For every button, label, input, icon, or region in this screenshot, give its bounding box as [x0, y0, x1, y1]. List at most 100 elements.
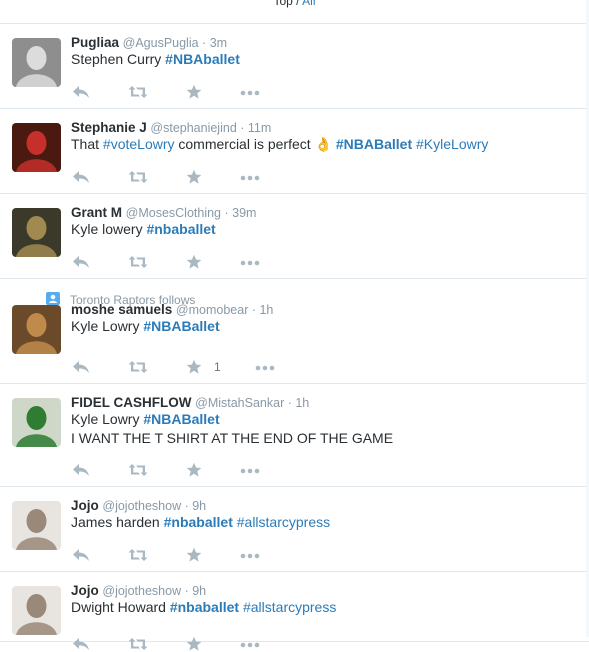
- more-button[interactable]: [255, 365, 275, 371]
- star-icon: [186, 462, 202, 478]
- retweet-button[interactable]: [128, 255, 148, 269]
- username[interactable]: @MistahSankar: [195, 396, 284, 410]
- tweet-text: Kyle Lowry #NBABallet: [71, 410, 589, 429]
- hashtag-link[interactable]: #nbaballet: [146, 221, 215, 237]
- retweet-button[interactable]: [128, 463, 148, 477]
- tweet[interactable]: Grant M @MosesClothing · 39m Kyle lowery …: [0, 194, 589, 279]
- filter-all-link[interactable]: All: [302, 0, 315, 8]
- tweet-text: James harden #nbaballet #allstarcypress: [71, 513, 589, 532]
- retweet-button[interactable]: [128, 170, 148, 184]
- star-icon: [186, 254, 202, 270]
- hashtag-link[interactable]: #NBAballet: [165, 51, 240, 67]
- favorite-button[interactable]: [186, 254, 202, 270]
- username[interactable]: @jojotheshow: [102, 499, 181, 513]
- fullname[interactable]: Jojo: [71, 498, 99, 513]
- tweet-header: Grant M @MosesClothing · 39m: [71, 205, 589, 220]
- follows-context: Toronto Raptors follows: [46, 292, 195, 308]
- reply-button[interactable]: [72, 548, 90, 562]
- more-button[interactable]: [240, 642, 260, 648]
- fullname[interactable]: Jojo: [71, 583, 99, 598]
- fullname[interactable]: Grant M: [71, 205, 122, 220]
- username[interactable]: @MosesClothing: [126, 206, 221, 220]
- hashtag-link[interactable]: #allstarcypress: [237, 514, 330, 530]
- hashtag-link[interactable]: #NBABallet: [143, 318, 219, 334]
- tweet[interactable]: Jojo @jojotheshow · 9h James harden #nbab…: [0, 487, 589, 572]
- avatar[interactable]: [12, 586, 61, 635]
- reply-button[interactable]: [72, 637, 90, 651]
- favorite-button[interactable]: [186, 169, 202, 185]
- avatar[interactable]: [12, 208, 61, 257]
- tweet-header: FIDEL CASHFLOW @MistahSankar · 1h: [71, 395, 589, 410]
- username[interactable]: @jojotheshow: [102, 584, 181, 598]
- separator-dot: ·: [181, 499, 193, 513]
- favorite-button[interactable]: [186, 84, 202, 100]
- tweet[interactable]: Toronto Raptors follows moshe samuels @mo…: [0, 279, 589, 384]
- avatar[interactable]: [12, 305, 61, 354]
- avatar[interactable]: [12, 38, 61, 87]
- tweet[interactable]: FIDEL CASHFLOW @MistahSankar · 1h Kyle Lo…: [0, 384, 589, 487]
- retweet-button[interactable]: [128, 85, 148, 99]
- reply-button[interactable]: [72, 170, 90, 184]
- tweet-text: Kyle lowery #nbaballet: [71, 220, 589, 239]
- tweet-header: Jojo @jojotheshow · 9h: [71, 583, 589, 598]
- reply-button[interactable]: [72, 360, 90, 374]
- more-button[interactable]: [240, 90, 260, 96]
- favorite-button[interactable]: [186, 547, 202, 563]
- timestamp[interactable]: 1h: [259, 303, 273, 317]
- tweet[interactable]: Stephanie J @stephaniejind · 11m That #vo…: [0, 109, 589, 194]
- more-button[interactable]: [240, 553, 260, 559]
- favorite-button[interactable]: 1: [186, 359, 221, 375]
- favorite-button[interactable]: [186, 636, 202, 652]
- star-icon: [186, 359, 202, 375]
- hashtag-link[interactable]: #voteLowry: [103, 136, 175, 152]
- more-button[interactable]: [240, 468, 260, 474]
- timestamp[interactable]: 9h: [192, 499, 206, 513]
- more-icon: [240, 90, 260, 96]
- timestamp[interactable]: 11m: [248, 121, 271, 135]
- reply-button[interactable]: [72, 85, 90, 99]
- reply-button[interactable]: [72, 255, 90, 269]
- fullname[interactable]: Pugliaa: [71, 35, 119, 50]
- reply-button[interactable]: [72, 463, 90, 477]
- separator-dot: ·: [221, 206, 233, 220]
- retweet-button[interactable]: [128, 637, 148, 651]
- more-button[interactable]: [240, 260, 260, 266]
- timestamp[interactable]: 1h: [295, 396, 309, 410]
- tweet[interactable]: Jojo @jojotheshow · 9h Dwight Howard #nba…: [0, 572, 589, 651]
- username[interactable]: @AgusPuglia: [123, 36, 199, 50]
- avatar[interactable]: [12, 501, 61, 550]
- text-segment: commercial is perfect: [174, 136, 315, 152]
- hashtag-link[interactable]: #KyleLowry: [416, 136, 488, 152]
- timestamp[interactable]: 3m: [210, 36, 227, 50]
- fullname[interactable]: FIDEL CASHFLOW: [71, 395, 192, 410]
- username[interactable]: @stephaniejind: [150, 121, 236, 135]
- more-icon: [240, 642, 260, 648]
- emoji: 👌: [314, 136, 332, 152]
- favorite-button[interactable]: [186, 462, 202, 478]
- filter-top[interactable]: Top: [273, 0, 292, 8]
- avatar[interactable]: [12, 123, 61, 172]
- more-icon: [240, 175, 260, 181]
- star-icon: [186, 547, 202, 563]
- hashtag-link[interactable]: #nbaballet: [170, 599, 239, 615]
- timestamp[interactable]: 9h: [192, 584, 206, 598]
- tweet-timeline: Pugliaa @AgusPuglia · 3m Stephen Curry #N…: [0, 24, 589, 651]
- separator-dot: ·: [284, 396, 296, 410]
- more-button[interactable]: [240, 175, 260, 181]
- tweet-text-line2: I WANT THE T SHIRT AT THE END OF THE GAM…: [71, 430, 394, 446]
- tweet-header: Stephanie J @stephaniejind · 11m: [71, 120, 589, 135]
- fullname[interactable]: Stephanie J: [71, 120, 147, 135]
- tweet[interactable]: Pugliaa @AgusPuglia · 3m Stephen Curry #N…: [0, 24, 589, 109]
- hashtag-link[interactable]: #nbaballet: [164, 514, 233, 530]
- more-icon: [240, 468, 260, 474]
- timestamp[interactable]: 39m: [232, 206, 256, 220]
- retweet-button[interactable]: [128, 360, 148, 374]
- hashtag-link[interactable]: #NBABallet: [143, 411, 219, 427]
- more-icon: [240, 553, 260, 559]
- star-icon: [186, 84, 202, 100]
- hashtag-link[interactable]: #NBABallet: [336, 136, 412, 152]
- avatar[interactable]: [12, 398, 61, 447]
- retweet-button[interactable]: [128, 548, 148, 562]
- tweet-header: Jojo @jojotheshow · 9h: [71, 498, 589, 513]
- hashtag-link[interactable]: #allstarcypress: [243, 599, 336, 615]
